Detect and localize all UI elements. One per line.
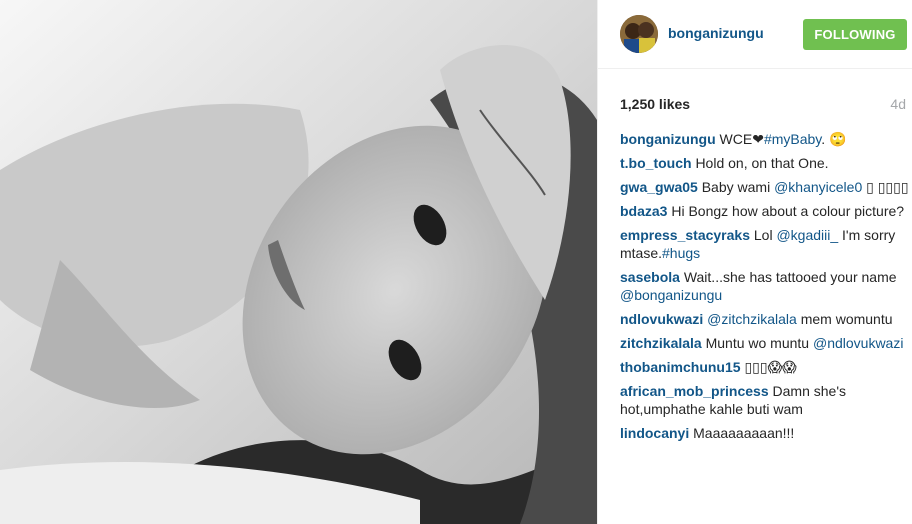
- comment-item: empress_stacyraks Lol @kgadiii_ I'm sorr…: [620, 226, 910, 262]
- comment-username[interactable]: ndlovukwazi: [620, 311, 703, 327]
- author-avatar[interactable]: [620, 15, 658, 53]
- comment-text: ▯▯▯😱😱: [744, 359, 797, 375]
- comment-username[interactable]: thobanimchunu15: [620, 359, 741, 375]
- comment-username[interactable]: zitchzikalala: [620, 335, 702, 351]
- mention-link[interactable]: @zitchzikalala: [707, 311, 797, 327]
- comment-text: mem womuntu: [796, 311, 893, 327]
- comment-username[interactable]: t.bo_touch: [620, 155, 692, 171]
- mention-link[interactable]: @khanyicele0: [774, 179, 862, 195]
- comment-item: ndlovukwazi @zitchzikalala mem womuntu: [620, 310, 910, 328]
- comment-text: WCE❤: [719, 131, 764, 147]
- hashtag-link[interactable]: #hugs: [662, 245, 700, 261]
- comment-username[interactable]: gwa_gwa05: [620, 179, 698, 195]
- mention-link[interactable]: @ndlovukwazi: [813, 335, 903, 351]
- author-username[interactable]: bonganizungu: [668, 25, 764, 41]
- mention-link[interactable]: @bonganizungu: [620, 287, 722, 303]
- comment-text: Baby wami: [701, 179, 775, 195]
- comment-item: bdaza3 Hi Bongz how about a colour pictu…: [620, 202, 910, 220]
- comment-username[interactable]: empress_stacyraks: [620, 227, 750, 243]
- comment-item: thobanimchunu15 ▯▯▯😱😱: [620, 358, 910, 376]
- post-sidebar: bonganizungu FOLLOWING 1,250 likes 4d bo…: [597, 0, 912, 524]
- post-time[interactable]: 4d: [890, 96, 906, 112]
- comment-username[interactable]: bonganizungu: [620, 131, 716, 147]
- comment-text: Lol: [753, 227, 777, 243]
- post-photo[interactable]: [0, 0, 597, 524]
- mention-link[interactable]: @kgadiii_: [776, 227, 838, 243]
- comment-username[interactable]: african_mob_princess: [620, 383, 769, 399]
- following-button[interactable]: FOLLOWING: [803, 19, 907, 50]
- comment-item: bonganizungu WCE❤#myBaby. 🙄: [620, 130, 910, 148]
- comment-text: Muntu wo muntu: [705, 335, 813, 351]
- comment-item: african_mob_princess Damn she's hot,umph…: [620, 382, 910, 418]
- comment-text: . 🙄: [821, 131, 847, 147]
- comments-list: bonganizungu WCE❤#myBaby. 🙄 t.bo_touch Ho…: [620, 130, 910, 448]
- comment-text: Hi Bongz how about a colour picture?: [671, 203, 905, 219]
- post-header: bonganizungu FOLLOWING: [598, 0, 912, 69]
- comment-item: t.bo_touch Hold on, on that One.: [620, 154, 910, 172]
- comment-item: lindocanyi Maaaaaaaaan!!!: [620, 424, 910, 442]
- photo-illustration: [0, 0, 597, 524]
- post-meta: 1,250 likes 4d: [598, 69, 912, 133]
- avatar-image: [620, 15, 658, 53]
- comment-text: Wait...she has tattooed your name: [683, 269, 897, 285]
- likes-count[interactable]: 1,250 likes: [620, 96, 690, 112]
- comment-item: gwa_gwa05 Baby wami @khanyicele0 ▯ ▯▯▯▯: [620, 178, 910, 196]
- comment-username[interactable]: sasebola: [620, 269, 680, 285]
- hashtag-link[interactable]: #myBaby: [764, 131, 821, 147]
- comment-item: zitchzikalala Muntu wo muntu @ndlovukwaz…: [620, 334, 910, 352]
- comment-item: sasebola Wait...she has tattooed your na…: [620, 268, 910, 304]
- comment-username[interactable]: bdaza3: [620, 203, 667, 219]
- comment-text: Hold on, on that One.: [695, 155, 829, 171]
- comment-text: Maaaaaaaaan!!!: [693, 425, 795, 441]
- comment-username[interactable]: lindocanyi: [620, 425, 689, 441]
- comment-text: ▯ ▯▯▯▯: [862, 179, 909, 195]
